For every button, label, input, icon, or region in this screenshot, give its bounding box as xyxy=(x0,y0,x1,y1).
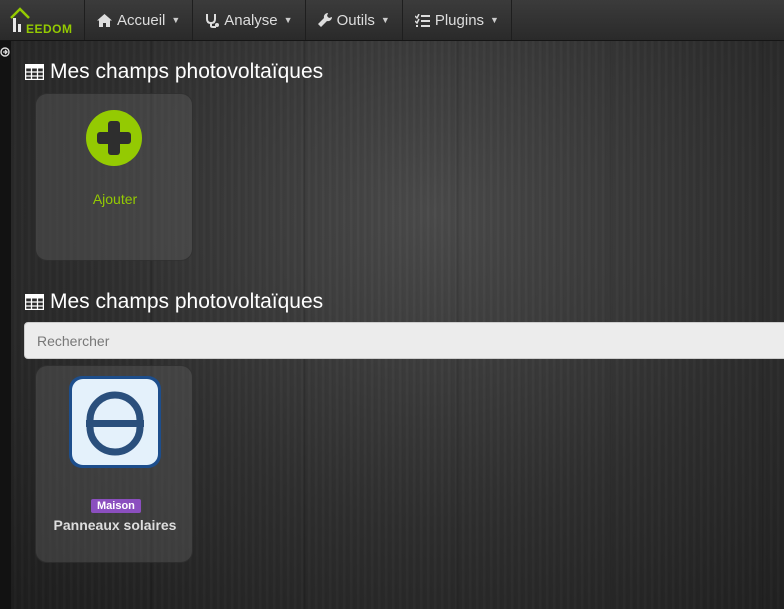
caret-down-icon: ▼ xyxy=(171,15,181,25)
tasks-icon xyxy=(414,13,430,27)
caret-down-icon: ▼ xyxy=(283,15,293,25)
nav-outils-label: Outils xyxy=(336,11,375,29)
stethoscope-icon xyxy=(205,13,220,28)
plus-circle-icon xyxy=(85,109,143,172)
solar-plugin-icon xyxy=(68,375,162,474)
search-input[interactable] xyxy=(24,322,784,359)
management-section-title: Mes champs photovoltaïques xyxy=(25,60,323,84)
nav-outils[interactable]: Outils ▼ xyxy=(306,0,403,40)
nav-plugins[interactable]: Plugins ▼ xyxy=(403,0,512,40)
equipment-title-text: Mes champs photovoltaïques xyxy=(50,290,324,313)
table-icon xyxy=(25,294,44,310)
home-icon xyxy=(97,13,112,27)
caret-down-icon: ▼ xyxy=(490,15,499,25)
brand-text: EEDOM xyxy=(26,22,73,36)
equipment-card[interactable]: Maison Panneaux solaires xyxy=(35,365,193,563)
nav-accueil-label: Accueil xyxy=(117,11,166,29)
add-label: Ajouter xyxy=(92,191,138,207)
add-equipment-card[interactable]: Ajouter xyxy=(35,93,193,261)
nav-plugins-label: Plugins xyxy=(434,11,485,29)
wrench-icon xyxy=(317,13,332,27)
equipment-name: Panneaux solaires xyxy=(53,517,177,533)
sidebar-toggle-icon[interactable] xyxy=(0,45,11,57)
top-navbar: EEDOM Accueil ▼ Analyse ▼ Outils ▼ Plugi… xyxy=(0,0,784,41)
management-title-text: Mes champs photovoltaïques xyxy=(50,60,324,83)
nav-accueil[interactable]: Accueil ▼ xyxy=(85,0,194,40)
caret-down-icon: ▼ xyxy=(380,15,390,25)
brand-logo[interactable]: EEDOM xyxy=(0,0,85,40)
nav-analyse-label: Analyse xyxy=(224,11,278,29)
table-icon xyxy=(25,64,44,80)
object-badge: Maison xyxy=(91,499,141,513)
sidebar-strip xyxy=(0,41,11,609)
equipment-section-title: Mes champs photovoltaïques xyxy=(25,290,323,314)
nav-analyse[interactable]: Analyse ▼ xyxy=(193,0,306,40)
